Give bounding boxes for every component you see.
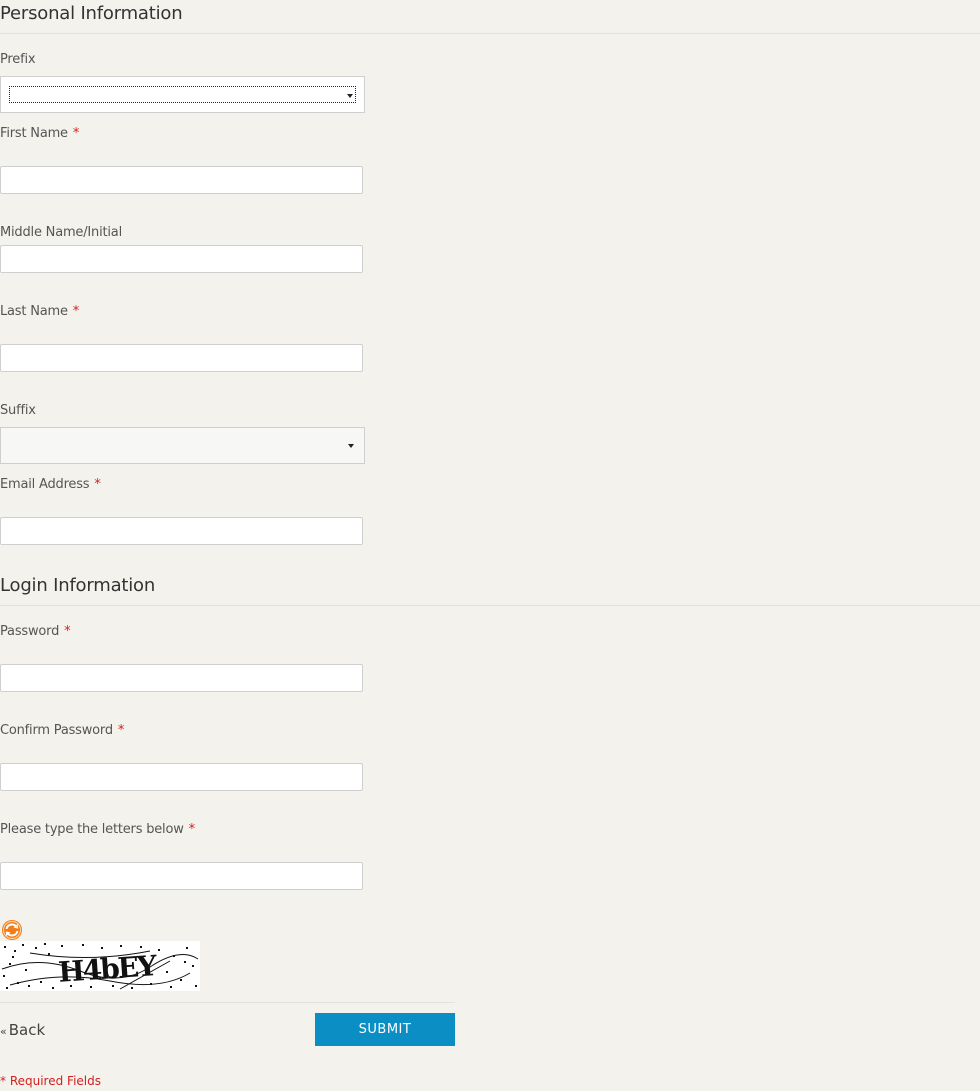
suffix-select[interactable] (0, 427, 365, 464)
password-field[interactable] (0, 664, 363, 692)
required-asterisk: * (72, 126, 80, 141)
section-divider (0, 33, 980, 34)
middle-name-label: Middle Name/Initial (0, 225, 122, 240)
first-name-label: First Name * (0, 126, 80, 141)
required-fields-note: * Required Fields (0, 1074, 101, 1088)
middle-name-field[interactable] (0, 245, 363, 273)
back-arrow-icon: « (0, 1025, 7, 1038)
required-asterisk: * (117, 723, 125, 738)
last-name-label: Last Name * (0, 304, 80, 319)
email-label: Email Address * (0, 477, 101, 492)
required-asterisk: * (72, 304, 80, 319)
captcha-label: Please type the letters below * (0, 822, 195, 837)
confirm-password-field[interactable] (0, 763, 363, 791)
prefix-select[interactable] (0, 76, 365, 113)
captcha-image: H4bEY (0, 941, 200, 991)
suffix-label: Suffix (0, 403, 36, 418)
section-divider (0, 605, 980, 606)
password-label: Password * (0, 624, 71, 639)
email-field[interactable] (0, 517, 363, 545)
required-asterisk: * (94, 477, 101, 492)
chevron-down-icon (347, 94, 353, 98)
section-title-login: Login Information (0, 575, 156, 596)
submit-button[interactable]: SUBMIT (315, 1013, 455, 1046)
first-name-field[interactable] (0, 166, 363, 194)
back-link[interactable]: «Back (0, 1021, 45, 1039)
prefix-label: Prefix (0, 52, 36, 67)
chevron-down-icon (348, 444, 354, 448)
captcha-text: H4bEY (57, 949, 159, 989)
form-divider (0, 1002, 455, 1003)
section-title-personal: Personal Information (0, 3, 183, 24)
required-asterisk: * (188, 822, 196, 837)
required-asterisk: * (64, 624, 71, 639)
last-name-field[interactable] (0, 344, 363, 372)
focus-outline (9, 86, 356, 103)
back-label: Back (8, 1021, 46, 1039)
confirm-password-label: Confirm Password * (0, 723, 125, 738)
refresh-icon[interactable] (1, 919, 23, 941)
captcha-field[interactable] (0, 862, 363, 890)
